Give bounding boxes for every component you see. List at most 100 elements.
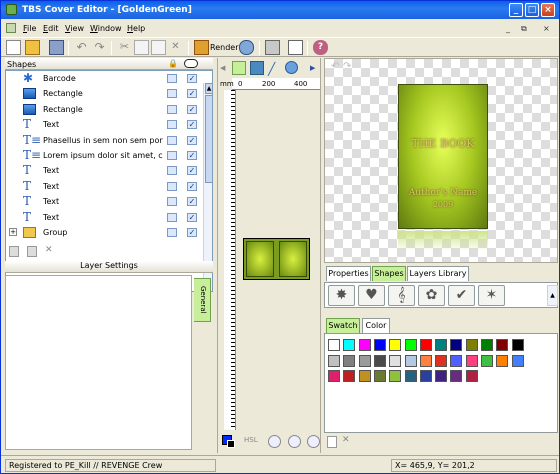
zoom-fit-icon[interactable] bbox=[288, 435, 301, 448]
shape-row[interactable]: Rectangle ✓ bbox=[6, 86, 202, 101]
menu-help[interactable]: Help bbox=[127, 24, 145, 33]
shape-row[interactable]: T≡ Lorem ipsum dolor sit amet, con ✓ bbox=[6, 148, 202, 163]
visibility-checkbox[interactable]: ✓ bbox=[187, 120, 197, 130]
color-swatch[interactable] bbox=[511, 339, 524, 351]
color-swatch[interactable] bbox=[404, 370, 417, 382]
cut-icon[interactable]: ✂ bbox=[117, 40, 132, 55]
color-swatch[interactable] bbox=[389, 354, 402, 367]
redo-icon[interactable]: ↷ bbox=[92, 40, 107, 55]
color-swatch[interactable] bbox=[343, 370, 356, 382]
close-button[interactable]: × bbox=[541, 3, 555, 17]
color-swatch[interactable] bbox=[389, 339, 402, 351]
line-tool-icon[interactable]: ╱ bbox=[268, 62, 275, 76]
shape-row[interactable]: ✱ Barcode ✓ bbox=[6, 71, 202, 86]
visibility-checkbox[interactable]: ✓ bbox=[187, 151, 197, 160]
mdi-restore-icon[interactable]: ⧉ bbox=[521, 24, 527, 34]
add-layer-icon[interactable] bbox=[9, 246, 19, 257]
collapse-left-icon[interactable]: ◀ bbox=[220, 64, 225, 72]
color-swatch[interactable] bbox=[373, 339, 386, 351]
rotate-left-icon[interactable]: ↶ bbox=[331, 61, 339, 72]
star-shape-icon[interactable]: ✶ bbox=[478, 285, 505, 306]
paw-shape-icon[interactable]: ✿ bbox=[418, 285, 445, 306]
color-swatch[interactable] bbox=[419, 370, 432, 382]
color-swatch[interactable] bbox=[358, 354, 371, 367]
visibility-checkbox[interactable]: ✓ bbox=[187, 181, 197, 191]
color-swatch[interactable] bbox=[435, 370, 448, 382]
ellipse-tool-icon[interactable] bbox=[285, 61, 298, 74]
menu-file[interactable]: File bbox=[23, 24, 36, 33]
tab-properties[interactable]: Properties bbox=[326, 266, 371, 281]
color-swatch[interactable] bbox=[373, 370, 386, 382]
3d-preview[interactable]: ↶ ↷ THE BOOK Author's Name 2009 bbox=[324, 58, 558, 263]
shape-row[interactable]: T≡ Phasellus in sem non sem porta ✓ bbox=[6, 133, 202, 148]
color-swatch[interactable] bbox=[358, 339, 371, 351]
visibility-checkbox[interactable]: ✓ bbox=[187, 166, 197, 176]
color-swatch[interactable] bbox=[328, 339, 340, 351]
mdi-close-icon[interactable]: × bbox=[543, 24, 550, 33]
tab-shapes[interactable]: Shapes bbox=[372, 266, 406, 281]
undo-icon[interactable]: ↶ bbox=[74, 40, 89, 55]
shape-row[interactable]: + Group ✓ bbox=[6, 225, 202, 240]
render-icon[interactable] bbox=[194, 40, 209, 55]
lock-toggle[interactable] bbox=[167, 197, 177, 207]
shape-row[interactable]: T Text ✓ bbox=[6, 117, 202, 132]
lock-toggle[interactable] bbox=[167, 89, 177, 99]
color-swatch[interactable] bbox=[328, 370, 340, 382]
hsl-icon[interactable]: HSL bbox=[244, 436, 258, 444]
color-swatch[interactable] bbox=[450, 339, 463, 351]
new-swatch-icon[interactable] bbox=[327, 436, 337, 448]
color-swatch[interactable] bbox=[481, 339, 493, 351]
color-swatch[interactable] bbox=[450, 354, 463, 367]
color-swatch[interactable] bbox=[481, 354, 493, 367]
scroll-thumb[interactable] bbox=[205, 95, 212, 183]
color-swatch[interactable] bbox=[404, 354, 417, 367]
lock-toggle[interactable] bbox=[167, 135, 177, 145]
tab-color[interactable]: Color bbox=[362, 318, 390, 333]
3d-icon[interactable] bbox=[239, 40, 254, 55]
maximize-button[interactable]: □ bbox=[525, 3, 539, 17]
color-swatch[interactable] bbox=[419, 339, 432, 351]
lock-toggle[interactable] bbox=[167, 104, 177, 114]
color-swatch[interactable] bbox=[404, 339, 417, 351]
shape-row[interactable]: Rectangle ✓ bbox=[6, 102, 202, 117]
color-swatch[interactable] bbox=[496, 339, 509, 351]
color-swatch[interactable] bbox=[343, 339, 356, 351]
tab-layers-library[interactable]: Layers Library bbox=[407, 266, 469, 281]
shape-row[interactable]: T Text ✓ bbox=[6, 163, 202, 178]
check-shape-icon[interactable]: ✔ bbox=[448, 285, 475, 306]
save-icon[interactable] bbox=[49, 40, 64, 55]
color-swatch[interactable] bbox=[496, 354, 509, 367]
lock-toggle[interactable] bbox=[167, 181, 177, 191]
color-swatch[interactable] bbox=[465, 354, 478, 367]
document-icon[interactable] bbox=[6, 23, 16, 33]
shape-row[interactable]: T Text ✓ bbox=[6, 210, 202, 225]
visibility-checkbox[interactable]: ✓ bbox=[187, 104, 197, 114]
delete-icon[interactable]: ✕ bbox=[168, 40, 183, 55]
color-swatch[interactable] bbox=[511, 354, 524, 367]
new-icon[interactable] bbox=[6, 40, 21, 55]
visibility-checkbox[interactable]: ✓ bbox=[187, 212, 197, 222]
expand-right-icon[interactable]: ▶ bbox=[310, 64, 315, 72]
visibility-checkbox[interactable]: ✓ bbox=[187, 197, 197, 207]
lock-toggle[interactable] bbox=[167, 151, 177, 160]
import-layer-icon[interactable] bbox=[27, 246, 37, 257]
tab-general[interactable]: General bbox=[194, 278, 211, 322]
color-swatch[interactable] bbox=[328, 354, 340, 367]
zoom-out-icon[interactable] bbox=[307, 435, 320, 448]
lock-toggle[interactable] bbox=[167, 166, 177, 176]
select-tool-icon[interactable] bbox=[232, 61, 246, 75]
rotate-right-icon[interactable]: ↷ bbox=[343, 61, 351, 72]
menu-view[interactable]: View bbox=[65, 24, 84, 33]
scroll-up-icon[interactable]: ▲ bbox=[205, 83, 212, 94]
menu-edit[interactable]: Edit bbox=[43, 24, 59, 33]
menu-window[interactable]: Window bbox=[90, 24, 122, 33]
render-button-label[interactable]: Render bbox=[210, 43, 238, 52]
remove-layer-icon[interactable]: ✕ bbox=[45, 245, 53, 255]
heart-shape-icon[interactable]: ♥ bbox=[358, 285, 385, 306]
lock-toggle[interactable] bbox=[167, 228, 177, 237]
delete-swatch-icon[interactable]: ✕ bbox=[342, 435, 350, 445]
visibility-checkbox[interactable]: ✓ bbox=[187, 228, 197, 237]
lock-toggle[interactable] bbox=[167, 74, 177, 83]
shape-gallery-scroll[interactable]: ▲ bbox=[547, 285, 558, 306]
color-swatch[interactable] bbox=[465, 339, 478, 351]
